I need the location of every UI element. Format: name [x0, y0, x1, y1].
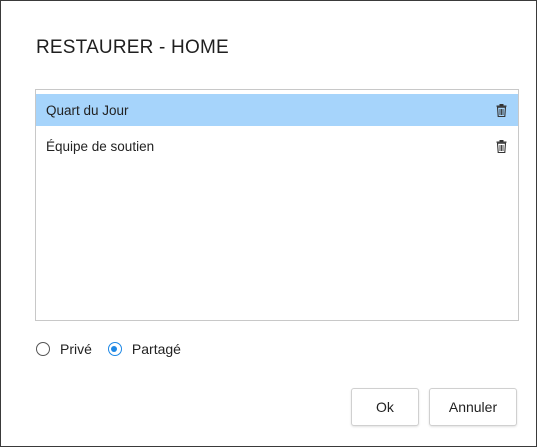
saved-views-list[interactable]: Quart du Jour Équipe de soutien [35, 89, 519, 321]
ok-button[interactable]: Ok [351, 388, 419, 426]
list-item[interactable]: Équipe de soutien [36, 130, 518, 162]
restore-dialog: RESTAURER - HOME Quart du Jour Équipe de… [0, 0, 537, 447]
dialog-title: RESTAURER - HOME [36, 37, 229, 58]
radio-button-unchecked[interactable] [36, 342, 50, 356]
list-item-label: Équipe de soutien [46, 138, 155, 154]
list-item-label: Quart du Jour [46, 102, 129, 118]
list-item[interactable]: Quart du Jour [36, 94, 518, 126]
trash-icon[interactable] [494, 138, 508, 154]
radio-button-checked[interactable] [107, 342, 122, 356]
radio-shared[interactable]: Partagé [107, 341, 181, 357]
visibility-radio-group: Privé Partagé [36, 341, 197, 357]
radio-private-label: Privé [60, 341, 92, 357]
radio-private[interactable]: Privé [36, 341, 92, 357]
radio-shared-label: Partagé [131, 341, 181, 357]
trash-icon[interactable] [494, 102, 508, 118]
cancel-button[interactable]: Annuler [429, 388, 517, 426]
